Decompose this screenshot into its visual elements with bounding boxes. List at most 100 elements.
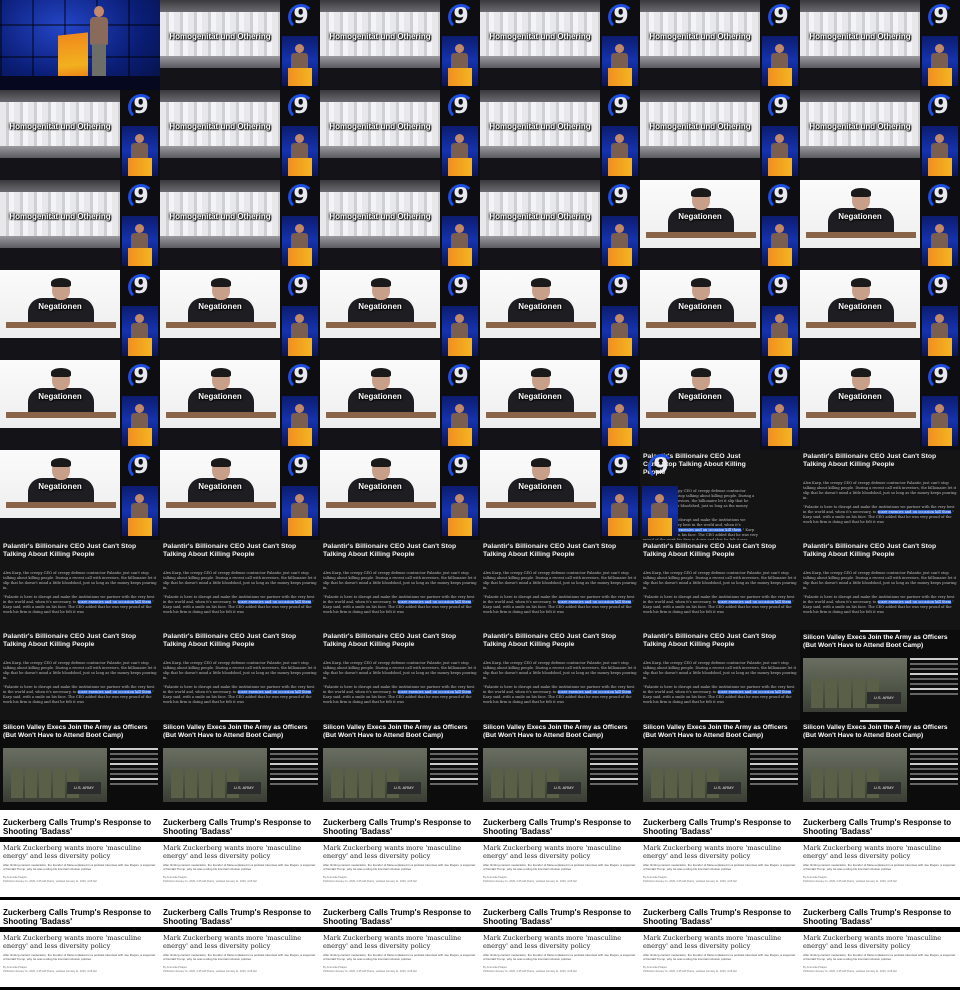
lectern [608,68,632,86]
frame-article-palantir: Palantir's Billionaire CEO Just Can't St… [160,540,320,630]
logo-9-icon: 9 [608,364,634,390]
highlighted-quote: scare enemies and on occasion kill them [717,690,792,694]
frame-article-army: Silicon Valley Execs Join the Army as Of… [480,720,640,810]
slide-image-man-at-desk: Negationen [640,360,760,428]
frame-article-palantir: Palantir's Billionaire CEO Just Can't St… [0,540,160,630]
army-photo: U.S. ARMY [803,748,907,802]
frame-article-zuckerberg: Zuckerberg Calls Trump's Response to Sho… [480,810,640,900]
frame-article-army: Silicon Valley Execs Join the Army as Of… [320,720,480,810]
frame-slide-homogenitaet: Homogenität und Othering 9 [640,0,800,90]
lectern [448,68,472,86]
speaker-sidebar: 9 [600,0,640,90]
logo-9-icon: 9 [288,364,314,390]
headline: Zuckerberg Calls Trump's Response to Sho… [323,908,472,926]
headline: Zuckerberg Calls Trump's Response to Sho… [803,818,952,836]
lectern [128,518,152,536]
logo-9-icon: 9 [928,4,954,30]
speaker-sidebar: 9 [280,90,320,180]
article-dek: After limiting content moderation, the f… [163,863,316,871]
slide-caption: Homogenität und Othering [329,32,431,41]
speaker-camera [282,36,318,86]
frame-article-zuckerberg: Zuckerberg Calls Trump's Response to Sho… [640,900,800,990]
lectern [128,428,152,446]
slide-caption: Homogenität und Othering [489,122,591,131]
frame-slide-homogenitaet: Homogenität und Othering 9 [640,90,800,180]
slide-image-man-at-desk: Negationen [320,270,440,338]
speaker-sidebar: 9 [600,360,640,450]
lectern [128,338,152,356]
speaker-camera [762,216,798,266]
article-body: Alex Karp, the creepy CEO of creepy defe… [803,481,957,524]
frame-article-palantir: Palantir's Billionaire CEO Just Can't St… [480,630,640,720]
frame-slide-negationen: Negationen 9 [0,450,160,540]
speaker-camera [442,36,478,86]
lectern [608,428,632,446]
frame-slide-negationen: Negationen 9 [160,360,320,450]
frame-article-palantir: Palantir's Billionaire CEO Just Can't St… [160,630,320,720]
logo-9-icon: 9 [448,94,474,120]
article-title: Palantir's Billionaire CEO Just Can't St… [163,633,297,648]
article-title: Silicon Valley Execs Join the Army as Of… [323,724,468,739]
frame-article-zuckerberg: Zuckerberg Calls Trump's Response to Sho… [320,810,480,900]
speaker-camera [602,126,638,176]
article-title: Palantir's Billionaire CEO Just Can't St… [803,453,937,468]
related-links [910,748,958,804]
frame-article-zuckerberg: Zuckerberg Calls Trump's Response to Sho… [0,900,160,990]
frame-slide-homogenitaet: Homogenität und Othering 9 [320,180,480,270]
byline: By Antonella Pisapia Published January 11… [3,966,97,973]
frame-article-zuckerberg: Zuckerberg Calls Trump's Response to Sho… [0,810,160,900]
byline: By Antonella Pisapia Published January 11… [3,876,97,883]
lectern [608,158,632,176]
slide-image-man-at-desk: Negationen [160,360,280,428]
headline: Zuckerberg Calls Trump's Response to Sho… [163,908,312,926]
frame-article-army: Silicon Valley Execs Join the Army as Of… [640,720,800,810]
subheadline: Mark Zuckerberg wants more 'masculine en… [643,844,782,860]
frame-article-zuckerberg: Zuckerberg Calls Trump's Response to Sho… [320,900,480,990]
highlighted-quote: scare enemies and on occasion kill them [77,600,152,604]
related-links [590,748,638,804]
frame-slide-negationen: Negationen 9 [640,270,800,360]
lectern [448,518,472,536]
logo-9-icon: 9 [448,454,474,480]
speaker-camera [122,396,158,446]
lectern [128,248,152,266]
slide-caption: Homogenität und Othering [649,32,751,41]
speaker-camera [122,486,158,536]
logo-9-icon: 9 [928,94,954,120]
logo-9-icon: 9 [128,364,154,390]
slide-caption: Homogenität und Othering [329,122,431,131]
article-title: Palantir's Billionaire CEO Just Can't St… [643,543,777,558]
frame-article-palantir: Palantir's Billionaire CEO Just Can't St… [0,630,160,720]
slide-image-man-at-desk: Negationen [160,450,280,518]
speaker-camera [922,216,958,266]
slide-caption: Negationen [198,302,242,311]
logo-9-icon: 9 [608,4,634,30]
headline: Zuckerberg Calls Trump's Response to Sho… [483,908,632,926]
lectern [128,158,152,176]
lectern [768,338,792,356]
army-photo: U.S. ARMY [803,658,907,712]
article-body: Alex Karp, the creepy CEO of creepy defe… [643,661,797,704]
speaker-camera [762,126,798,176]
speaker-sidebar: 9 [600,180,640,270]
logo-9-icon: 9 [128,184,154,210]
headline: Zuckerberg Calls Trump's Response to Sho… [483,818,632,836]
speaker-camera [642,486,678,536]
frame-slide-negationen: Negationen 9 [480,360,640,450]
article-dek: After limiting content moderation, the f… [803,863,956,871]
headline: Zuckerberg Calls Trump's Response to Sho… [3,908,152,926]
frame-slide-homogenitaet: Homogenität und Othering 9 [0,180,160,270]
byline: By Antonella Pisapia Published January 11… [163,876,257,883]
army-photo: U.S. ARMY [163,748,267,802]
article-title: Palantir's Billionaire CEO Just Can't St… [643,633,777,648]
byline: By Antonella Pisapia Published January 11… [643,876,737,883]
slide-caption: Negationen [198,392,242,401]
frame-slide-homogenitaet: Homogenität und Othering 9 [320,90,480,180]
speaker-camera [282,216,318,266]
slide-image-man-at-desk: Negationen [800,180,920,248]
slide-caption: Negationen [38,392,82,401]
frame-article-palantir: Palantir's Billionaire CEO Just Can't St… [800,540,960,630]
speaker-camera [602,486,638,536]
frame-slide-homogenitaet: Homogenität und Othering 9 [160,180,320,270]
headline: Zuckerberg Calls Trump's Response to Sho… [803,908,952,926]
